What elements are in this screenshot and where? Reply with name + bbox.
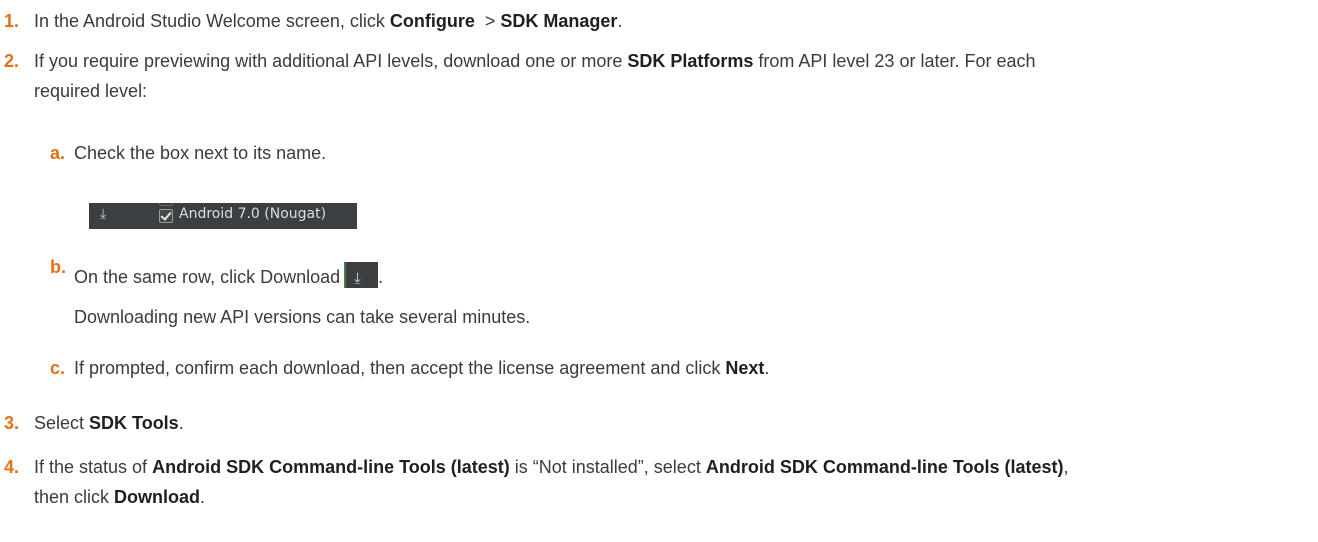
substep-text: If prompted, confirm each download, then… xyxy=(74,358,770,378)
instruction-document: 1. In the Android Studio Welcome screen,… xyxy=(0,0,1318,542)
substep-letter: b. xyxy=(50,257,66,277)
download-button-icon: ⤓ xyxy=(344,262,379,288)
step-number: 4. xyxy=(4,457,20,477)
step-text: Select SDK Tools. xyxy=(34,413,184,433)
step-text: If the status of Android SDK Command-lin… xyxy=(34,457,1069,507)
step-text: If you require previewing with additiona… xyxy=(34,51,1036,101)
platform-label: Android 7.0 (Nougat) xyxy=(179,206,327,222)
step-number: 2. xyxy=(4,51,20,71)
substep-text: Check the box next to its name. xyxy=(74,143,327,163)
row-above-checkbox xyxy=(159,203,173,206)
sdk-platform-row-screenshot: ⤓ Android 7.0 (Nougat) xyxy=(89,203,357,229)
step-number: 1. xyxy=(4,11,20,31)
substep-text: On the same row, click Download ⤓. xyxy=(74,262,1278,292)
substep-letter: a. xyxy=(50,143,66,163)
download-icon: ⤓ xyxy=(354,269,361,287)
step-number: 3. xyxy=(4,413,20,433)
step-text: In the Android Studio Welcome screen, cl… xyxy=(34,11,623,31)
substep-note: Downloading new API versions can take se… xyxy=(74,307,531,327)
download-icon: ⤓ xyxy=(100,206,107,222)
checkbox-checked-icon xyxy=(159,209,173,223)
substep-letter: c. xyxy=(50,358,66,378)
